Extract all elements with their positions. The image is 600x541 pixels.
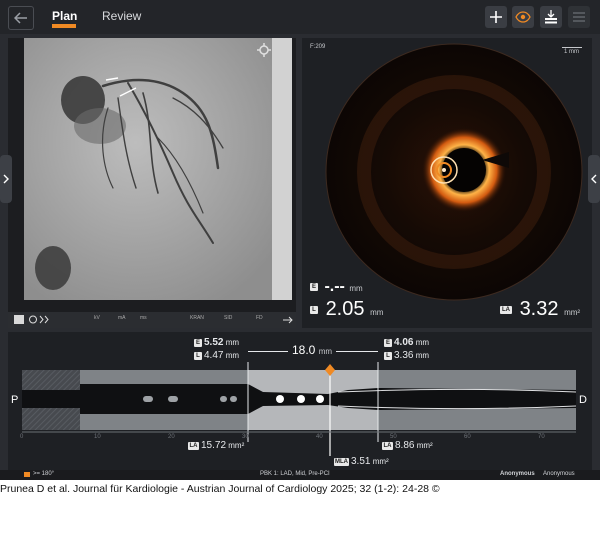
angiography-panel: kV mA ms KRAN SID FD — [8, 38, 296, 328]
back-button[interactable] — [8, 6, 34, 30]
left-panel-toggle[interactable] — [0, 155, 12, 203]
eye-icon — [515, 11, 531, 23]
oct-crosssection-panel: F:209 1 mm E -.-- mm L 2.05 mm LA 3.32 m… — [302, 38, 592, 328]
right-la-unit: mm² — [416, 441, 433, 450]
right-la-icon: LA — [382, 441, 393, 450]
oct-image — [325, 43, 583, 301]
angio-label-ms: ms — [140, 315, 147, 321]
chevron-right-icon — [3, 174, 9, 184]
legend-label: >= 180° — [33, 471, 55, 477]
right-panel-toggle[interactable] — [588, 155, 600, 203]
oct-la-unit: mm² — [564, 308, 581, 317]
top-bar: Plan Review — [0, 0, 600, 34]
oct-e-unit: mm — [349, 284, 363, 293]
right-la-value: 8.86 — [395, 440, 415, 451]
angio-settings-icon[interactable] — [256, 42, 272, 58]
arrow-left-icon — [14, 12, 27, 24]
axis-tick-0: 0 — [20, 434, 24, 440]
oct-l-value: 2.05 — [325, 298, 365, 320]
minimum-lumen-area: MLA 3.51 mm² — [334, 456, 389, 467]
tab-review[interactable]: Review — [102, 9, 141, 23]
export-button[interactable] — [540, 6, 562, 28]
angiogram-image — [8, 38, 296, 328]
tab-plan-indicator — [52, 24, 76, 28]
left-la-value: 15.72 — [201, 440, 227, 451]
angio-mode-icon — [29, 315, 49, 324]
oct-la-value: 3.32 — [519, 298, 559, 320]
app-window: Plan Review kV mA ms KRAN SID FD F:209 1… — [0, 0, 600, 480]
pullback-image — [22, 362, 577, 456]
legend-swatch — [24, 472, 30, 477]
angio-label-kv: kV — [94, 315, 100, 321]
visibility-button[interactable] — [512, 6, 534, 28]
oct-l-unit: mm — [370, 308, 384, 317]
oct-diameter-row: E -.-- mm — [310, 278, 363, 296]
angio-label-fd: FD — [256, 315, 263, 321]
oct-lumen-area: LA 3.32 mm² — [500, 298, 580, 321]
patient-id: Anonymous — [543, 471, 575, 477]
axis-tick-20: 20 — [168, 434, 175, 440]
download-icon — [545, 10, 557, 24]
mla-icon: MLA — [334, 457, 349, 466]
angio-indicator — [14, 315, 24, 324]
left-la-icon: LA — [188, 441, 199, 450]
axis-tick-40: 40 — [316, 434, 323, 440]
angio-label-sid: SID — [224, 315, 233, 321]
angio-expand-icon[interactable] — [282, 315, 294, 325]
mla-value: 3.51 — [351, 456, 371, 467]
e-label-icon: E — [310, 282, 318, 291]
axis-tick-60: 60 — [464, 434, 471, 440]
menu-button[interactable] — [568, 6, 590, 28]
la-label-icon: LA — [500, 305, 512, 314]
left-ref-area: LA 15.72 mm² — [188, 440, 244, 451]
pullback-info: PBK 1: LAD, Mid, Pre-PCI — [260, 471, 330, 477]
axis-tick-70: 70 — [538, 434, 545, 440]
add-button[interactable] — [485, 6, 507, 28]
chevron-left-icon — [591, 174, 597, 184]
longitudinal-view-panel: E 5.52 mm L 4.47 mm E 4.06 mm L 3.36 mm 18.0… — [8, 332, 592, 470]
angio-label-ma: mA — [118, 315, 126, 321]
left-la-unit: mm² — [228, 441, 245, 450]
axis-tick-10: 10 — [94, 434, 101, 440]
image-caption: Prunea D et al. Journal für Kardiologie … — [0, 483, 440, 495]
tab-plan[interactable]: Plan — [52, 9, 77, 23]
right-ref-area: LA 8.86 mm² — [382, 440, 433, 451]
mla-unit: mm² — [372, 457, 389, 466]
oct-e-value: -.-- — [324, 278, 345, 295]
patient-name: Anonymous — [500, 471, 535, 477]
plus-icon — [490, 11, 502, 23]
l-label-icon: L — [310, 305, 318, 314]
hamburger-menu-icon — [573, 12, 585, 22]
oct-lumen-diameter: L 2.05 mm — [310, 298, 383, 321]
angio-label-kran: KRAN — [190, 315, 204, 321]
status-bar: >= 180° PBK 1: LAD, Mid, Pre-PCI Anonymo… — [0, 470, 600, 480]
